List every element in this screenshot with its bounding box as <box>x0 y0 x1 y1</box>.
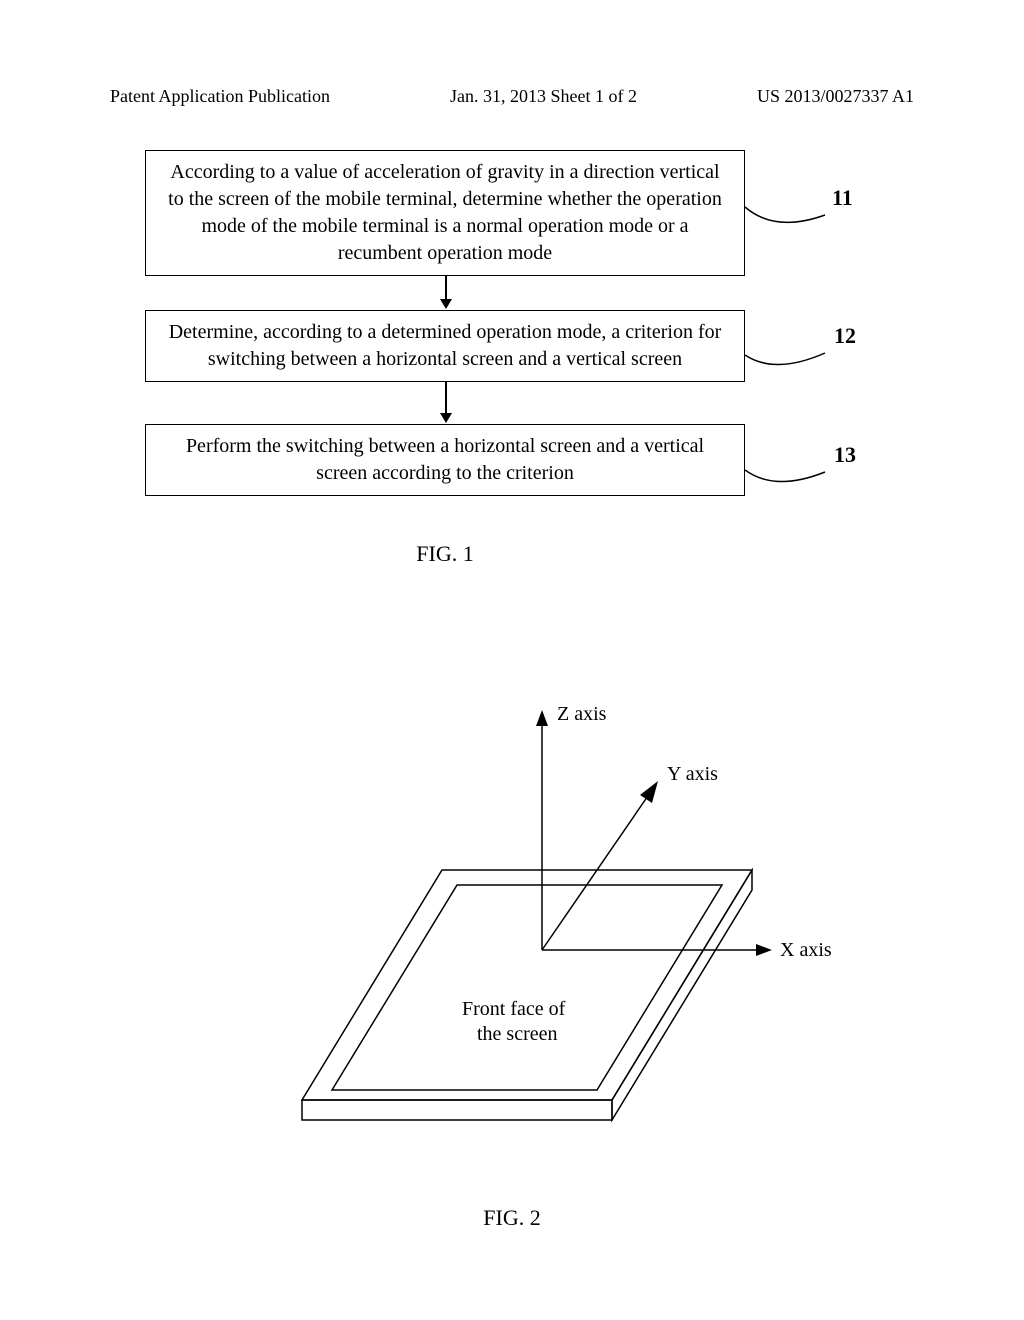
flow-box-2-text: Determine, according to a determined ope… <box>169 321 722 370</box>
ref-label-12: 12 <box>834 323 856 349</box>
x-axis-label: X axis <box>780 939 832 961</box>
ref-label-11: 11 <box>832 185 853 211</box>
flow-box-3-text: Perform the switching between a horizont… <box>186 435 704 484</box>
page-header: Patent Application Publication Jan. 31, … <box>0 86 1024 107</box>
flow-box-2: Determine, according to a determined ope… <box>145 310 745 382</box>
ref-connector-11 <box>745 205 830 233</box>
header-right: US 2013/0027337 A1 <box>757 86 914 107</box>
flow-box-1-text: According to a value of acceleration of … <box>168 161 722 264</box>
flow-box-1: According to a value of acceleration of … <box>145 150 745 276</box>
ref-connector-12 <box>745 345 830 373</box>
z-axis-label: Z axis <box>557 703 607 725</box>
header-center: Jan. 31, 2013 Sheet 1 of 2 <box>450 86 637 107</box>
figure-2-caption: FIG. 2 <box>0 1205 1024 1231</box>
ref-label-13: 13 <box>834 442 856 468</box>
header-left: Patent Application Publication <box>110 86 330 107</box>
screen-label-line2: the screen <box>477 1023 558 1045</box>
figure-2-svg: Z axis Y axis X axis Front face of the s… <box>162 650 862 1170</box>
flow-box-3: Perform the switching between a horizont… <box>145 424 745 496</box>
figure-1-caption: FIG. 1 <box>145 541 745 567</box>
screen-label-line1: Front face of <box>462 998 566 1020</box>
ref-connector-13 <box>745 462 830 490</box>
figure-2-diagram: Z axis Y axis X axis Front face of the s… <box>0 650 1024 1210</box>
figure-1-flowchart: According to a value of acceleration of … <box>145 150 745 567</box>
y-axis-label: Y axis <box>667 763 718 785</box>
